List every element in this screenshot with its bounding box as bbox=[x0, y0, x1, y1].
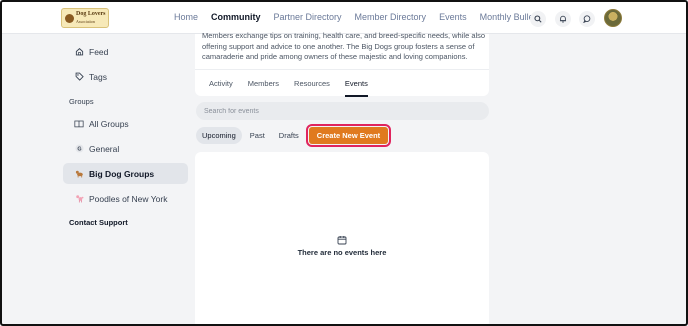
sidebar-item-label: Tags bbox=[89, 71, 107, 82]
sidebar-item-label: Feed bbox=[89, 46, 109, 57]
sidebar-item-label: Big Dog Groups bbox=[89, 168, 155, 179]
logo-subtext: Association bbox=[76, 19, 95, 24]
filter-upcoming[interactable]: Upcoming bbox=[196, 127, 242, 144]
tab-events[interactable]: Events bbox=[344, 70, 368, 97]
site-logo[interactable]: Dog Lovers Association bbox=[61, 8, 109, 28]
logo-text: Dog Lovers bbox=[76, 11, 106, 17]
event-filters: Upcoming Past Drafts Create New Event bbox=[196, 124, 392, 147]
empty-state-message: There are no events here bbox=[297, 248, 387, 257]
tab-activity[interactable]: Activity bbox=[209, 70, 233, 97]
tag-icon bbox=[73, 72, 85, 81]
user-avatar[interactable] bbox=[604, 9, 622, 27]
poodle-emoji-icon bbox=[73, 194, 85, 203]
home-icon bbox=[73, 47, 85, 56]
search-icon[interactable] bbox=[530, 11, 546, 27]
g-badge-icon: G bbox=[73, 144, 85, 153]
nav-partner-directory[interactable]: Partner Directory bbox=[274, 12, 342, 22]
main-nav: Home Community Partner Directory Member … bbox=[174, 12, 556, 22]
nav-community[interactable]: Community bbox=[211, 12, 261, 22]
nav-member-directory[interactable]: Member Directory bbox=[355, 12, 427, 22]
create-new-event-button[interactable]: Create New Event bbox=[305, 124, 392, 147]
paw-logo-icon bbox=[65, 14, 74, 23]
sidebar-item-all-groups[interactable]: All Groups bbox=[63, 113, 188, 134]
sidebar-item-tags[interactable]: Tags bbox=[63, 66, 188, 87]
tab-members[interactable]: Members bbox=[248, 70, 279, 97]
sidebar-item-label: Poodles of New York bbox=[89, 193, 168, 204]
sidebar-item-feed[interactable]: Feed bbox=[63, 41, 188, 62]
app-window: Dog Lovers Association Home Community Pa… bbox=[0, 0, 688, 326]
top-navbar: Dog Lovers Association Home Community Pa… bbox=[2, 2, 686, 34]
nav-home[interactable]: Home bbox=[174, 12, 198, 22]
svg-text:G: G bbox=[77, 146, 81, 152]
filter-past[interactable]: Past bbox=[244, 127, 271, 144]
chat-icon[interactable] bbox=[579, 11, 595, 27]
sidebar-item-label: All Groups bbox=[89, 118, 129, 129]
nav-events[interactable]: Events bbox=[439, 12, 467, 22]
tab-resources[interactable]: Resources bbox=[294, 70, 330, 97]
event-search-input[interactable] bbox=[196, 102, 489, 120]
sidebar-item-general[interactable]: G General bbox=[63, 138, 188, 159]
groups-heading: Groups bbox=[69, 97, 94, 106]
filter-drafts[interactable]: Drafts bbox=[273, 127, 305, 144]
group-tabs: Activity Members Resources Events bbox=[195, 69, 489, 97]
sidebar-item-label: General bbox=[89, 143, 120, 154]
group-description: Members exchange tips on training, healt… bbox=[202, 31, 486, 62]
contact-support-link[interactable]: Contact Support bbox=[69, 218, 128, 227]
dog-emoji-icon bbox=[73, 169, 85, 178]
sidebar-item-poodles-of-new-york[interactable]: Poodles of New York bbox=[63, 188, 188, 209]
book-icon bbox=[73, 119, 85, 128]
sidebar-item-big-dog-groups[interactable]: Big Dog Groups bbox=[63, 163, 188, 184]
bell-icon[interactable] bbox=[555, 11, 571, 27]
